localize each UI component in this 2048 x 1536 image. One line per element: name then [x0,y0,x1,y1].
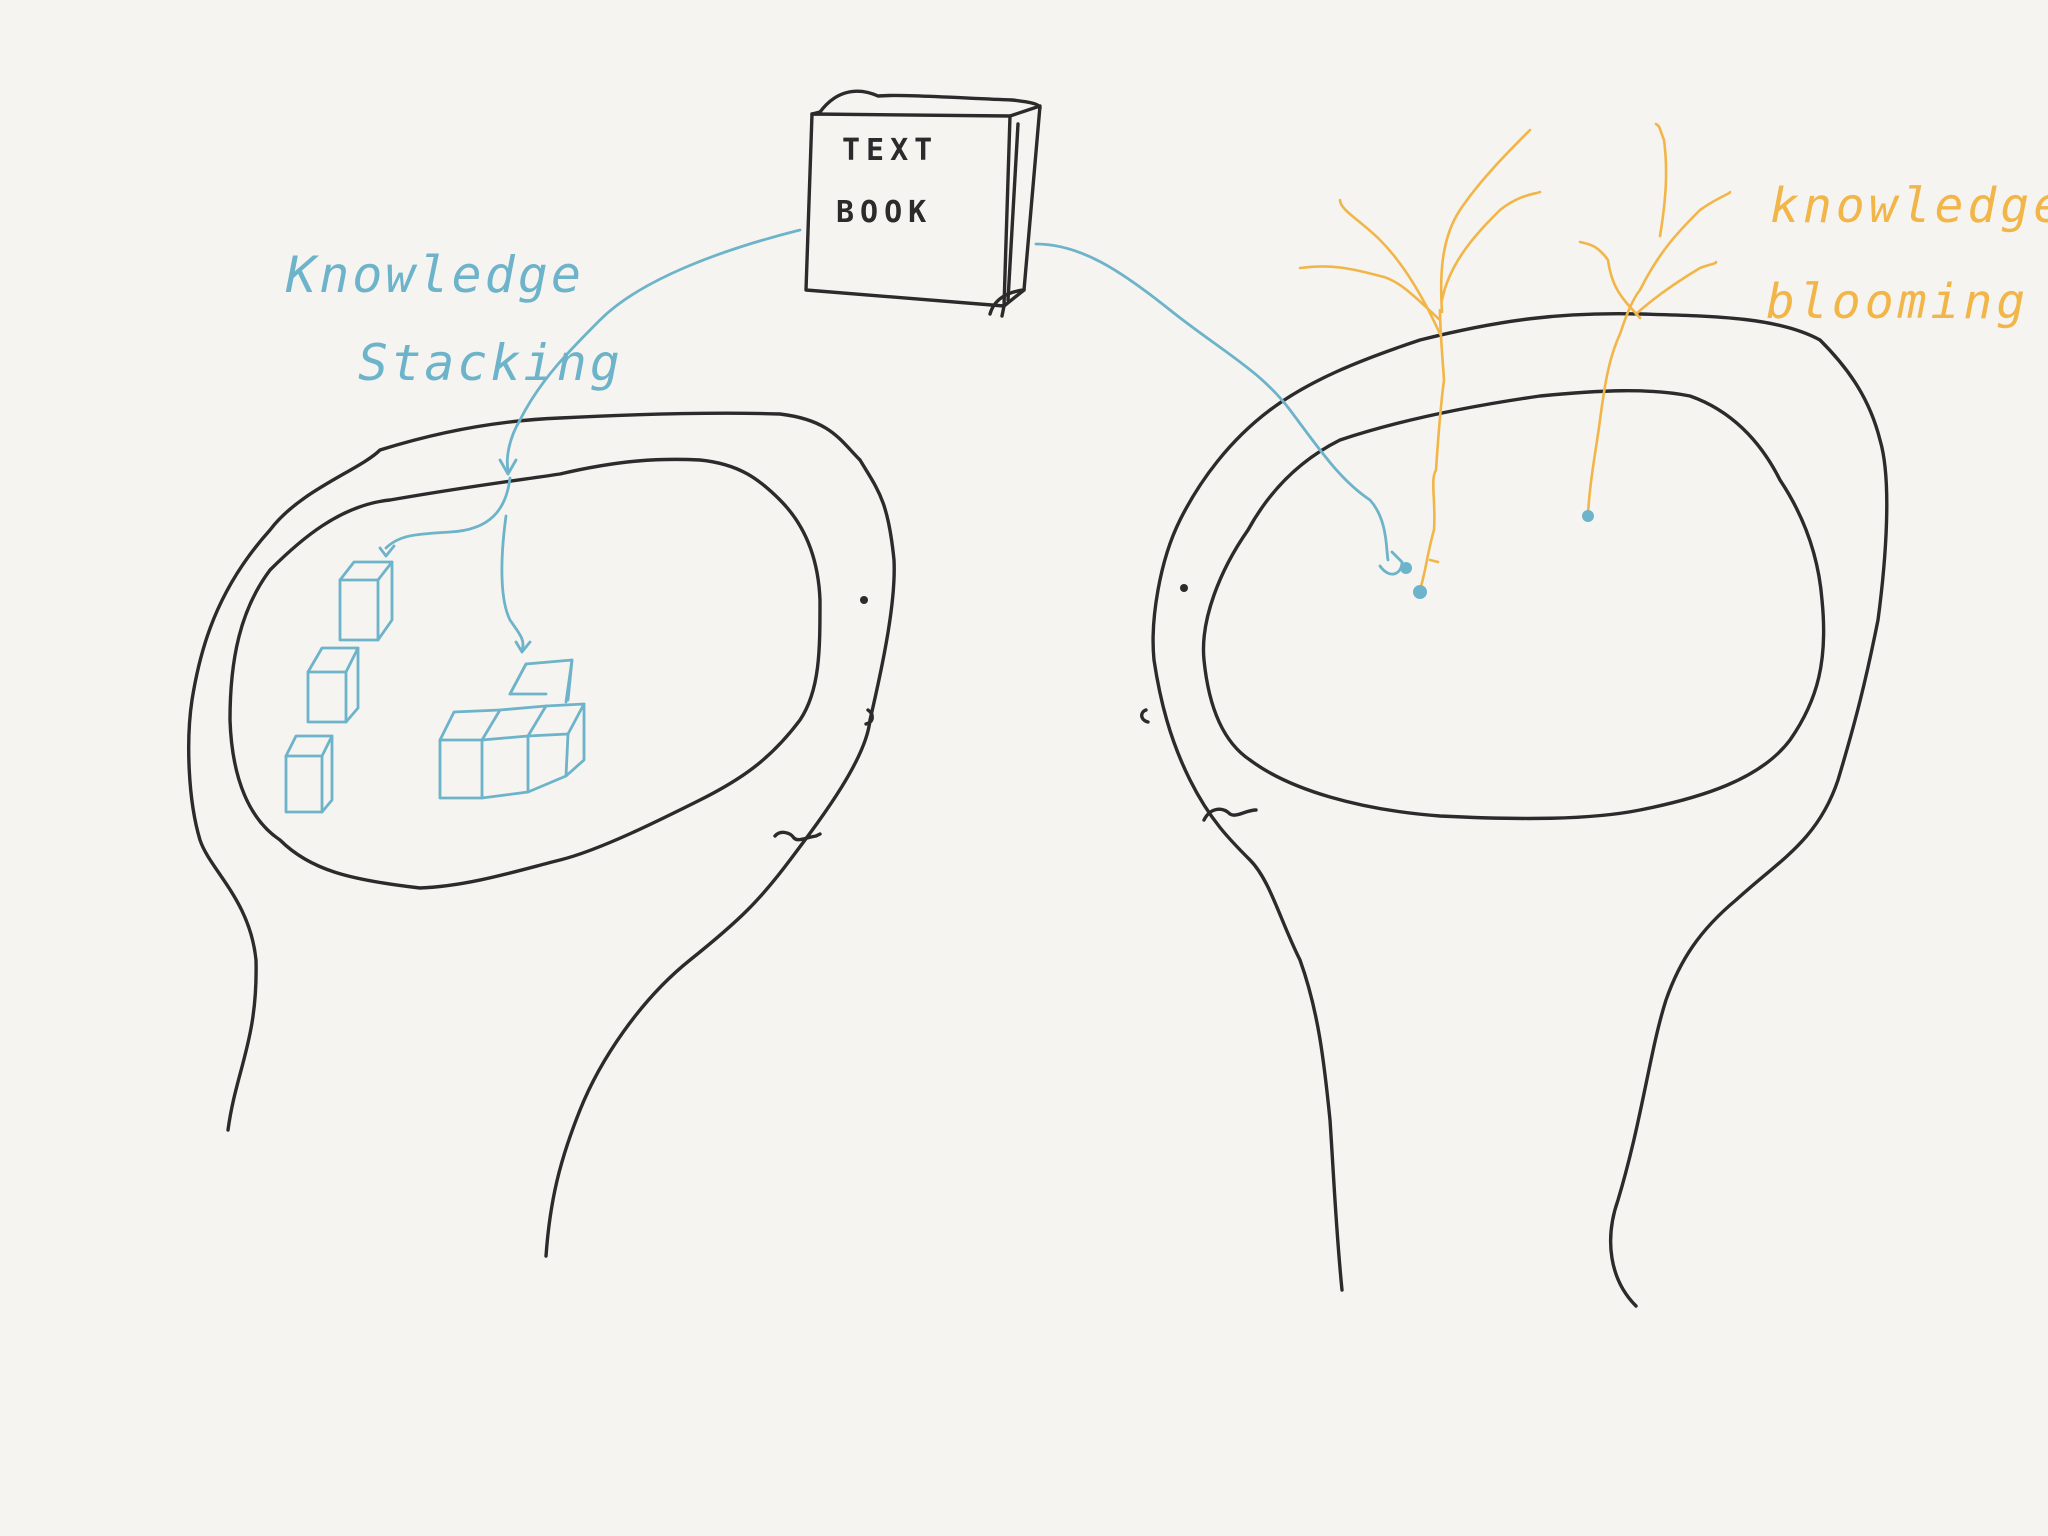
blooming-label-line1: knowledge [1770,178,2048,234]
diagram-svg: TEXT BOOK Knowledge Stacking knowledge b… [187,89,2048,1308]
stacking-label-line1: Knowledge [285,246,584,304]
diagram-canvas: TEXT BOOK Knowledge Stacking knowledge b… [0,0,2048,1536]
left-head-outline [187,411,896,1258]
stacking-label: Knowledge Stacking [285,246,623,392]
book-title-line2: BOOK [836,195,932,230]
book-icon: TEXT BOOK [804,89,1042,318]
right-head-outline [1140,312,1889,1308]
cube-blocks-icon [284,560,586,814]
stacking-label-line2: Stacking [358,334,623,392]
blooming-label-line2: blooming [1766,274,2029,330]
book-title-line1: TEXT [842,133,938,168]
blooming-label: knowledge blooming [1766,178,2048,330]
blooming-arrow [1034,242,1404,576]
